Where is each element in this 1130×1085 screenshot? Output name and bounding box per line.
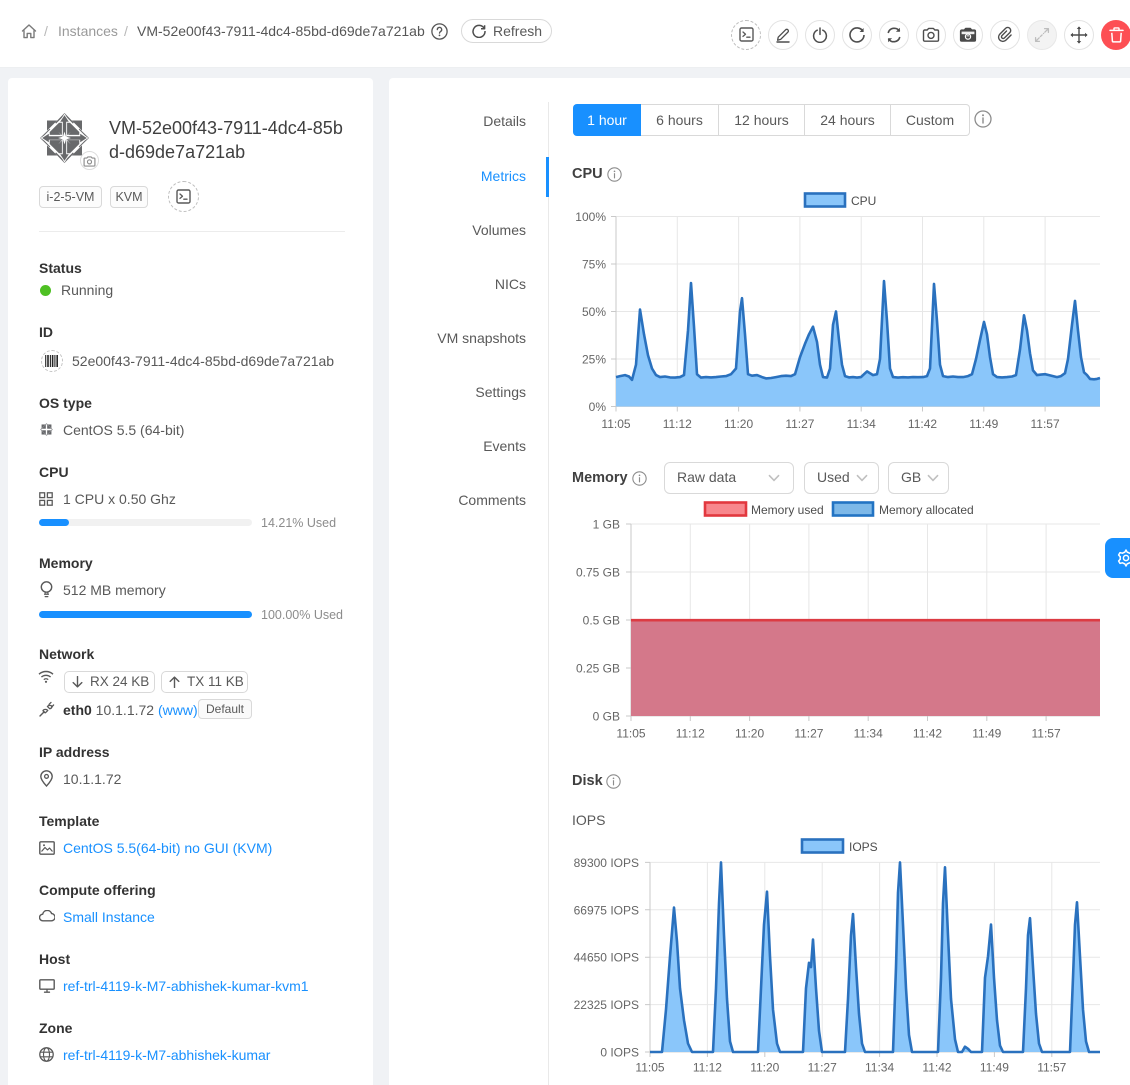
svg-text:0 IOPS: 0 IOPS <box>600 1046 639 1060</box>
svg-text:11:42: 11:42 <box>913 727 942 741</box>
svg-text:11:49: 11:49 <box>969 417 998 431</box>
svg-text:11:12: 11:12 <box>663 417 692 431</box>
svg-text:11:27: 11:27 <box>808 1061 837 1075</box>
svg-text:11:20: 11:20 <box>735 727 764 741</box>
svg-text:11:49: 11:49 <box>980 1061 1009 1075</box>
svg-text:IOPS: IOPS <box>849 840 878 854</box>
svg-text:11:20: 11:20 <box>750 1061 779 1075</box>
svg-text:Memory used: Memory used <box>751 503 824 517</box>
svg-text:1 GB: 1 GB <box>593 518 620 532</box>
svg-text:11:27: 11:27 <box>785 417 814 431</box>
svg-text:Memory allocated: Memory allocated <box>879 503 974 517</box>
svg-text:11:57: 11:57 <box>1037 1061 1066 1075</box>
svg-text:11:12: 11:12 <box>693 1061 722 1075</box>
svg-text:11:05: 11:05 <box>635 1061 664 1075</box>
svg-text:25%: 25% <box>582 353 606 367</box>
svg-text:0%: 0% <box>589 400 607 414</box>
svg-text:11:34: 11:34 <box>847 417 876 431</box>
svg-text:11:57: 11:57 <box>1031 417 1060 431</box>
svg-text:11:34: 11:34 <box>865 1061 894 1075</box>
svg-text:66975 IOPS: 66975 IOPS <box>574 903 639 917</box>
svg-text:50%: 50% <box>582 305 606 319</box>
svg-text:11:12: 11:12 <box>676 727 705 741</box>
svg-text:89300 IOPS: 89300 IOPS <box>574 856 639 870</box>
svg-text:11:42: 11:42 <box>922 1061 951 1075</box>
svg-text:100%: 100% <box>575 210 606 224</box>
svg-text:11:20: 11:20 <box>724 417 753 431</box>
svg-text:CPU: CPU <box>851 194 876 208</box>
svg-text:11:34: 11:34 <box>854 727 883 741</box>
svg-text:0.75 GB: 0.75 GB <box>576 566 620 580</box>
svg-text:11:42: 11:42 <box>908 417 937 431</box>
svg-text:11:05: 11:05 <box>616 727 645 741</box>
svg-text:0.25 GB: 0.25 GB <box>576 662 620 676</box>
svg-text:11:49: 11:49 <box>972 727 1001 741</box>
svg-text:75%: 75% <box>582 258 606 272</box>
svg-text:0.5 GB: 0.5 GB <box>583 614 620 628</box>
svg-text:11:05: 11:05 <box>601 417 630 431</box>
svg-text:11:57: 11:57 <box>1032 727 1061 741</box>
svg-text:11:27: 11:27 <box>794 727 823 741</box>
svg-text:0 GB: 0 GB <box>593 710 620 724</box>
svg-text:44650 IOPS: 44650 IOPS <box>574 951 639 965</box>
svg-text:22325 IOPS: 22325 IOPS <box>574 998 639 1012</box>
